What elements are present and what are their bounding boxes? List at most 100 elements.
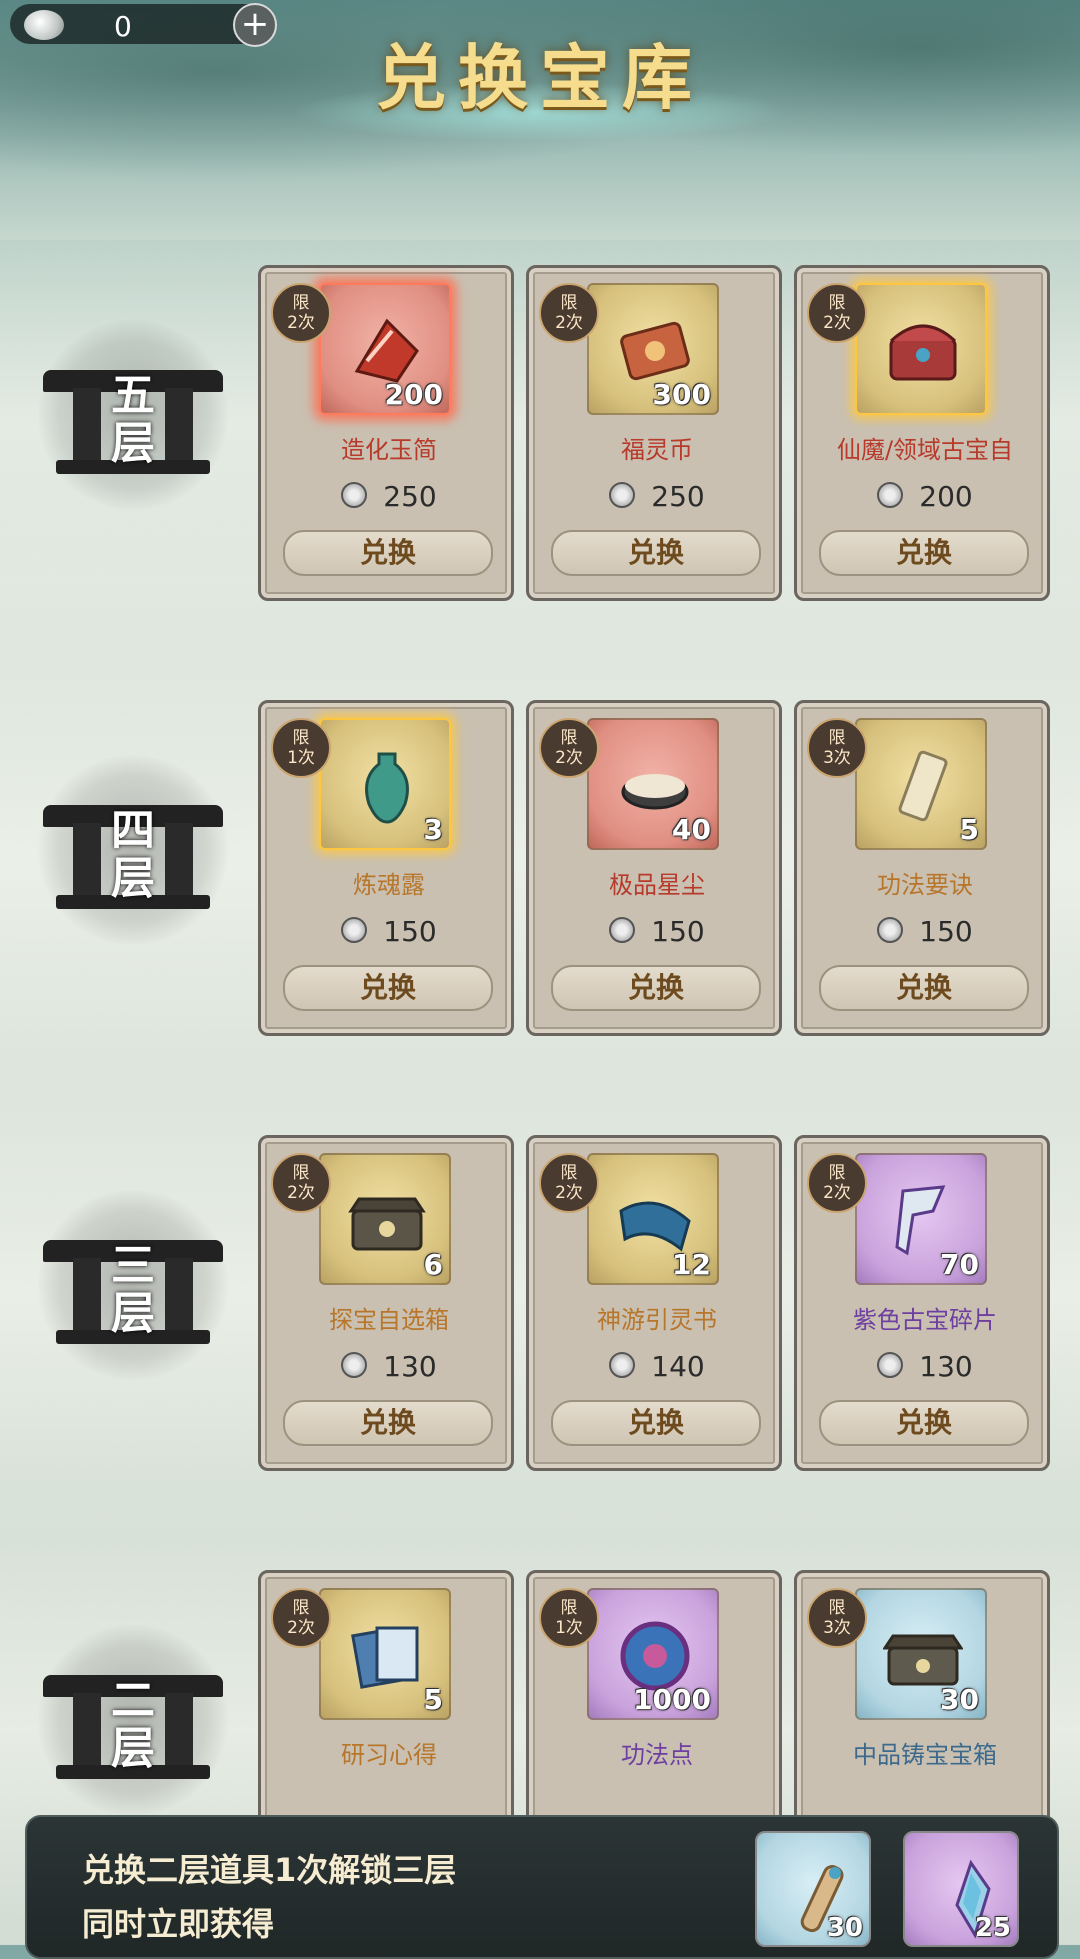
item-name: 神游引灵书 xyxy=(597,1306,717,1334)
price-value: 150 xyxy=(383,915,437,948)
coin-icon xyxy=(877,1352,904,1378)
item-price: 250 xyxy=(529,480,785,513)
item-quantity: 40 xyxy=(672,813,711,846)
page-title: 兑换宝库 xyxy=(376,36,704,119)
item-name: 功法点 xyxy=(621,1741,693,1769)
limit-label: 限 xyxy=(828,293,846,313)
redeem-button[interactable]: 兑换 xyxy=(283,1400,493,1446)
limit-count: 2次 xyxy=(823,1183,851,1203)
tier-badge: 三层 xyxy=(38,1190,228,1380)
coin-icon xyxy=(609,1352,636,1378)
scroll-icon xyxy=(898,750,948,822)
limit-count: 2次 xyxy=(287,1618,315,1638)
coin-icon xyxy=(341,917,368,943)
price-value: 200 xyxy=(919,480,973,513)
coin-icon xyxy=(877,482,904,508)
redeem-button[interactable]: 兑换 xyxy=(551,965,761,1011)
item-image[interactable]: 300 xyxy=(587,283,719,415)
item-quantity: 30 xyxy=(940,1683,979,1716)
item-image[interactable]: 6 xyxy=(319,1153,451,1285)
item-card[interactable]: 6 限 2次 探宝自选箱 130 兑换 xyxy=(258,1135,514,1471)
coin-icon xyxy=(341,482,368,508)
item-quantity: 5 xyxy=(959,813,979,846)
item-name: 探宝自选箱 xyxy=(329,1306,449,1334)
unlock-hint-line1: 兑换二层道具1次解锁三层 xyxy=(82,1851,457,1889)
limit-count: 2次 xyxy=(555,1183,583,1203)
item-name: 炼魂露 xyxy=(353,871,425,899)
item-image[interactable]: 30 xyxy=(855,1588,987,1720)
redeem-button[interactable]: 兑换 xyxy=(819,1400,1029,1446)
item-price: 150 xyxy=(797,915,1053,948)
item-quantity: 12 xyxy=(672,1248,711,1281)
limit-label: 限 xyxy=(828,728,846,748)
item-name: 福灵币 xyxy=(621,436,693,464)
redeem-button[interactable]: 兑换 xyxy=(283,530,493,576)
item-image[interactable]: 5 xyxy=(855,718,987,850)
limit-count: 2次 xyxy=(287,313,315,333)
limit-count: 1次 xyxy=(555,1618,583,1638)
item-quantity: 200 xyxy=(384,378,443,411)
item-image[interactable]: 200 xyxy=(319,283,451,415)
tier-label: 四层 xyxy=(78,807,188,903)
coin-icon xyxy=(609,482,636,508)
soul-vase-icon xyxy=(365,752,409,824)
limit-label: 限 xyxy=(292,1163,310,1183)
item-image[interactable]: 12 xyxy=(587,1153,719,1285)
tier-label-line1: 二 xyxy=(111,1675,155,1726)
item-image[interactable]: 1000 xyxy=(587,1588,719,1720)
item-card[interactable]: 3 限 1次 炼魂露 150 兑换 xyxy=(258,700,514,1036)
limit-label: 限 xyxy=(560,1163,578,1183)
limit-badge: 限 2次 xyxy=(807,1153,867,1213)
item-price: 130 xyxy=(261,1350,517,1383)
limit-label: 限 xyxy=(560,293,578,313)
item-card[interactable]: 12 限 2次 神游引灵书 140 兑换 xyxy=(526,1135,782,1471)
tier-badge: 四层 xyxy=(38,755,228,945)
reward-item-2[interactable]: 25 xyxy=(903,1831,1019,1947)
item-card[interactable]: 40 限 2次 极品星尘 150 兑换 xyxy=(526,700,782,1036)
tier-label-line2: 层 xyxy=(111,853,155,904)
item-image[interactable]: 3 xyxy=(319,718,451,850)
tier-label: 三层 xyxy=(78,1242,188,1338)
tier-label-line1: 五 xyxy=(111,370,155,421)
redeem-button[interactable]: 兑换 xyxy=(551,530,761,576)
price-value: 150 xyxy=(919,915,973,948)
limit-label: 限 xyxy=(292,728,310,748)
redeem-button[interactable]: 兑换 xyxy=(551,1400,761,1446)
limit-badge: 限 1次 xyxy=(539,1588,599,1648)
price-value: 130 xyxy=(919,1350,973,1383)
item-card[interactable]: 70 限 2次 紫色古宝碎片 130 兑换 xyxy=(794,1135,1050,1471)
study-notes-icon xyxy=(351,1626,419,1689)
item-card[interactable]: 限 2次 仙魔/领域古宝自 200 兑换 xyxy=(794,265,1050,601)
tier-label-line2: 层 xyxy=(111,1288,155,1339)
item-image[interactable] xyxy=(855,283,987,415)
limit-badge: 限 3次 xyxy=(807,1588,867,1648)
limit-label: 限 xyxy=(828,1598,846,1618)
redeem-button[interactable]: 兑换 xyxy=(283,965,493,1011)
item-card[interactable]: 200 限 2次 造化玉简 250 兑换 xyxy=(258,265,514,601)
price-value: 250 xyxy=(383,480,437,513)
tier-label: 五层 xyxy=(78,372,188,468)
redeem-button[interactable]: 兑换 xyxy=(819,530,1029,576)
limit-count: 2次 xyxy=(555,313,583,333)
item-image[interactable]: 70 xyxy=(855,1153,987,1285)
reward-quantity: 25 xyxy=(974,1913,1011,1943)
item-image[interactable]: 40 xyxy=(587,718,719,850)
item-name: 造化玉简 xyxy=(341,436,437,464)
item-quantity: 3 xyxy=(423,813,443,846)
limit-count: 2次 xyxy=(555,748,583,768)
unlock-hint-line2: 同时立即获得 xyxy=(82,1905,275,1943)
item-name: 仙魔/领域古宝自 xyxy=(836,436,1014,464)
reward-quantity: 30 xyxy=(826,1913,863,1943)
item-card[interactable]: 300 限 2次福灵币 250 兑换 xyxy=(526,265,782,601)
item-price: 250 xyxy=(261,480,517,513)
item-card[interactable]: 5 限 3次 功法要诀 150 兑换 xyxy=(794,700,1050,1036)
item-quantity: 6 xyxy=(423,1248,443,1281)
limit-badge: 限 2次 xyxy=(539,1153,599,1213)
reward-item-1[interactable]: 30 xyxy=(755,1831,871,1947)
tier-badge: 五层 xyxy=(38,320,228,510)
coin-icon xyxy=(609,917,636,943)
item-image[interactable]: 5 xyxy=(319,1588,451,1720)
coin-icon xyxy=(877,917,904,943)
redeem-button[interactable]: 兑换 xyxy=(819,965,1029,1011)
price-value: 150 xyxy=(651,915,705,948)
